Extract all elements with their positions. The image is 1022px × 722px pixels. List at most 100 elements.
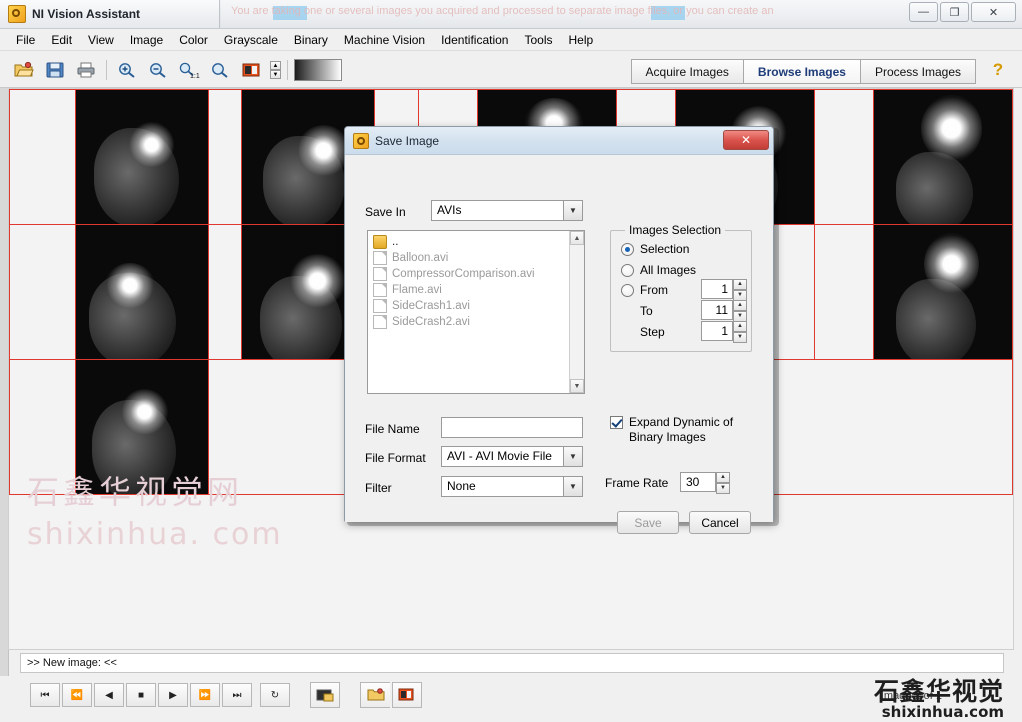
file-format-combo[interactable]: AVI - AVI Movie File ▼ <box>441 446 583 467</box>
menu-item-identification[interactable]: Identification <box>433 30 516 50</box>
list-item[interactable]: Balloon.avi <box>368 250 584 266</box>
mode-tabs[interactable]: Acquire Images Browse Images Process Ima… <box>630 59 976 84</box>
tab-process-images[interactable]: Process Images <box>859 59 976 84</box>
image-info-icon[interactable] <box>392 682 422 708</box>
chevron-down-icon[interactable]: ▼ <box>563 477 582 496</box>
minimize-button[interactable]: — <box>909 2 938 22</box>
thumbnail-cell[interactable] <box>873 89 1013 225</box>
thumbnail-cell[interactable] <box>814 89 874 225</box>
menu-item-file[interactable]: File <box>8 30 43 50</box>
cancel-button[interactable]: Cancel <box>689 511 751 534</box>
last-frame-button[interactable]: ⏭ <box>222 683 252 707</box>
filter-combo[interactable]: None ▼ <box>441 476 583 497</box>
thumbnail-cell[interactable] <box>208 224 242 360</box>
thumbnail-cell[interactable] <box>814 224 874 360</box>
window-controls[interactable]: — ❐ ✕ <box>909 2 1016 22</box>
frame-rate-input[interactable]: 30 <box>680 472 716 492</box>
maximize-button[interactable]: ❐ <box>940 2 969 22</box>
save-button[interactable]: Save <box>617 511 679 534</box>
stop-button[interactable]: ■ <box>126 683 156 707</box>
save-in-combo[interactable]: AVIs ▼ <box>431 200 583 221</box>
zoom-fit-icon[interactable] <box>206 56 234 84</box>
dialog-body: Save In AVIs ▼ .. Balloon.avi Compressor… <box>345 156 773 534</box>
menu-item-binary[interactable]: Binary <box>286 30 336 50</box>
file-icon <box>373 283 387 297</box>
list-item-label: .. <box>392 236 399 248</box>
list-item-label: Balloon.avi <box>392 252 449 264</box>
step-back-button[interactable]: ◀ <box>94 683 124 707</box>
play-button[interactable]: ▶ <box>158 683 188 707</box>
file-name-input[interactable] <box>441 417 583 438</box>
zoom-in-icon[interactable] <box>113 56 141 84</box>
thumbnail-cell[interactable] <box>9 224 76 360</box>
bottom-bar: ⏮ ⏪ ◀ ■ ▶ ⏩ ⏭ ↻ Image 1 of 1 <box>0 676 1022 722</box>
list-item[interactable]: Flame.avi <box>368 282 584 298</box>
thumbnail-cell[interactable] <box>873 224 1013 360</box>
grayscale-gradient-bar <box>294 59 342 81</box>
list-item[interactable]: .. <box>368 234 584 250</box>
file-icon <box>373 299 387 313</box>
chevron-down-icon[interactable]: ▼ <box>563 201 582 220</box>
to-stepper[interactable]: ▲ ▼ <box>733 300 747 322</box>
menu-item-tools[interactable]: Tools <box>516 30 560 50</box>
menu-item-color[interactable]: Color <box>171 30 216 50</box>
to-input[interactable]: 11 <box>701 300 733 320</box>
list-item[interactable]: SideCrash1.avi <box>368 298 584 314</box>
menu-item-view[interactable]: View <box>80 30 122 50</box>
ni-vision-icon <box>353 132 369 149</box>
print-icon[interactable] <box>72 56 100 84</box>
filter-label: Filter <box>365 481 392 495</box>
image-properties-icon[interactable] <box>237 56 265 84</box>
file-icon <box>373 251 387 265</box>
frame-rate-label: Frame Rate <box>605 476 669 490</box>
menu-item-edit[interactable]: Edit <box>43 30 80 50</box>
scroll-up-icon[interactable]: ▲ <box>570 231 584 245</box>
menu-item-grayscale[interactable]: Grayscale <box>216 30 286 50</box>
forward-button[interactable]: ⏩ <box>190 683 220 707</box>
open-image-file-icon[interactable] <box>360 682 390 708</box>
radio-selection[interactable] <box>621 243 634 256</box>
thumbnail-image <box>76 225 208 359</box>
transport-controls[interactable]: ⏮ ⏪ ◀ ■ ▶ ⏩ ⏭ ↻ <box>30 682 422 708</box>
step-input[interactable]: 1 <box>701 321 733 341</box>
loop-button[interactable]: ↻ <box>260 683 290 707</box>
close-button[interactable]: ✕ <box>971 2 1016 22</box>
open-file-icon[interactable] <box>310 682 340 708</box>
file-list-scrollbar[interactable]: ▲ ▼ <box>569 231 584 393</box>
expand-dynamic-checkbox[interactable] <box>610 416 623 429</box>
thumbnail-cell[interactable] <box>208 89 242 225</box>
chevron-down-icon[interactable]: ▼ <box>563 447 582 466</box>
tab-browse-images[interactable]: Browse Images <box>742 59 861 84</box>
title-bar-ghost-area: You are taking one or several images you… <box>221 0 1022 28</box>
thumbnail-cell[interactable] <box>75 89 209 225</box>
help-icon[interactable]: ? <box>986 58 1010 82</box>
file-icon <box>373 267 387 281</box>
save-image-icon[interactable] <box>41 56 69 84</box>
zoom-1to1-icon[interactable]: 1:1 <box>175 56 203 84</box>
menu-item-image[interactable]: Image <box>122 30 171 50</box>
dialog-close-button[interactable]: ✕ <box>723 130 769 150</box>
rewind-button[interactable]: ⏪ <box>62 683 92 707</box>
toolbar-spinner[interactable]: ▲ ▼ <box>270 61 281 79</box>
frame-rate-stepper[interactable]: ▲ ▼ <box>716 472 730 494</box>
zoom-out-icon[interactable] <box>144 56 172 84</box>
menu-item-help[interactable]: Help <box>561 30 602 50</box>
file-list[interactable]: .. Balloon.avi CompressorComparison.avi … <box>367 230 585 394</box>
step-stepper[interactable]: ▲ ▼ <box>733 321 747 343</box>
radio-from[interactable] <box>621 284 634 297</box>
thumbnail-cell[interactable] <box>9 89 76 225</box>
list-item[interactable]: CompressorComparison.avi <box>368 266 584 282</box>
open-image-icon[interactable] <box>10 56 38 84</box>
tab-acquire-images[interactable]: Acquire Images <box>630 59 744 84</box>
thumbnail-cell[interactable] <box>75 224 209 360</box>
scroll-down-icon[interactable]: ▼ <box>570 379 584 393</box>
first-frame-button[interactable]: ⏮ <box>30 683 60 707</box>
from-input[interactable]: 1 <box>701 279 733 299</box>
toolbar: 1:1 ▲ ▼ Acquire Images Browse Images Pro… <box>0 52 1022 88</box>
menu-item-machine-vision[interactable]: Machine Vision <box>336 30 433 50</box>
save-in-value: AVIs <box>437 203 462 217</box>
bottom-watermark-en: shixinhua.com <box>881 703 1004 721</box>
list-item[interactable]: SideCrash2.avi <box>368 314 584 330</box>
from-stepper[interactable]: ▲ ▼ <box>733 279 747 301</box>
radio-all-images[interactable] <box>621 264 634 277</box>
